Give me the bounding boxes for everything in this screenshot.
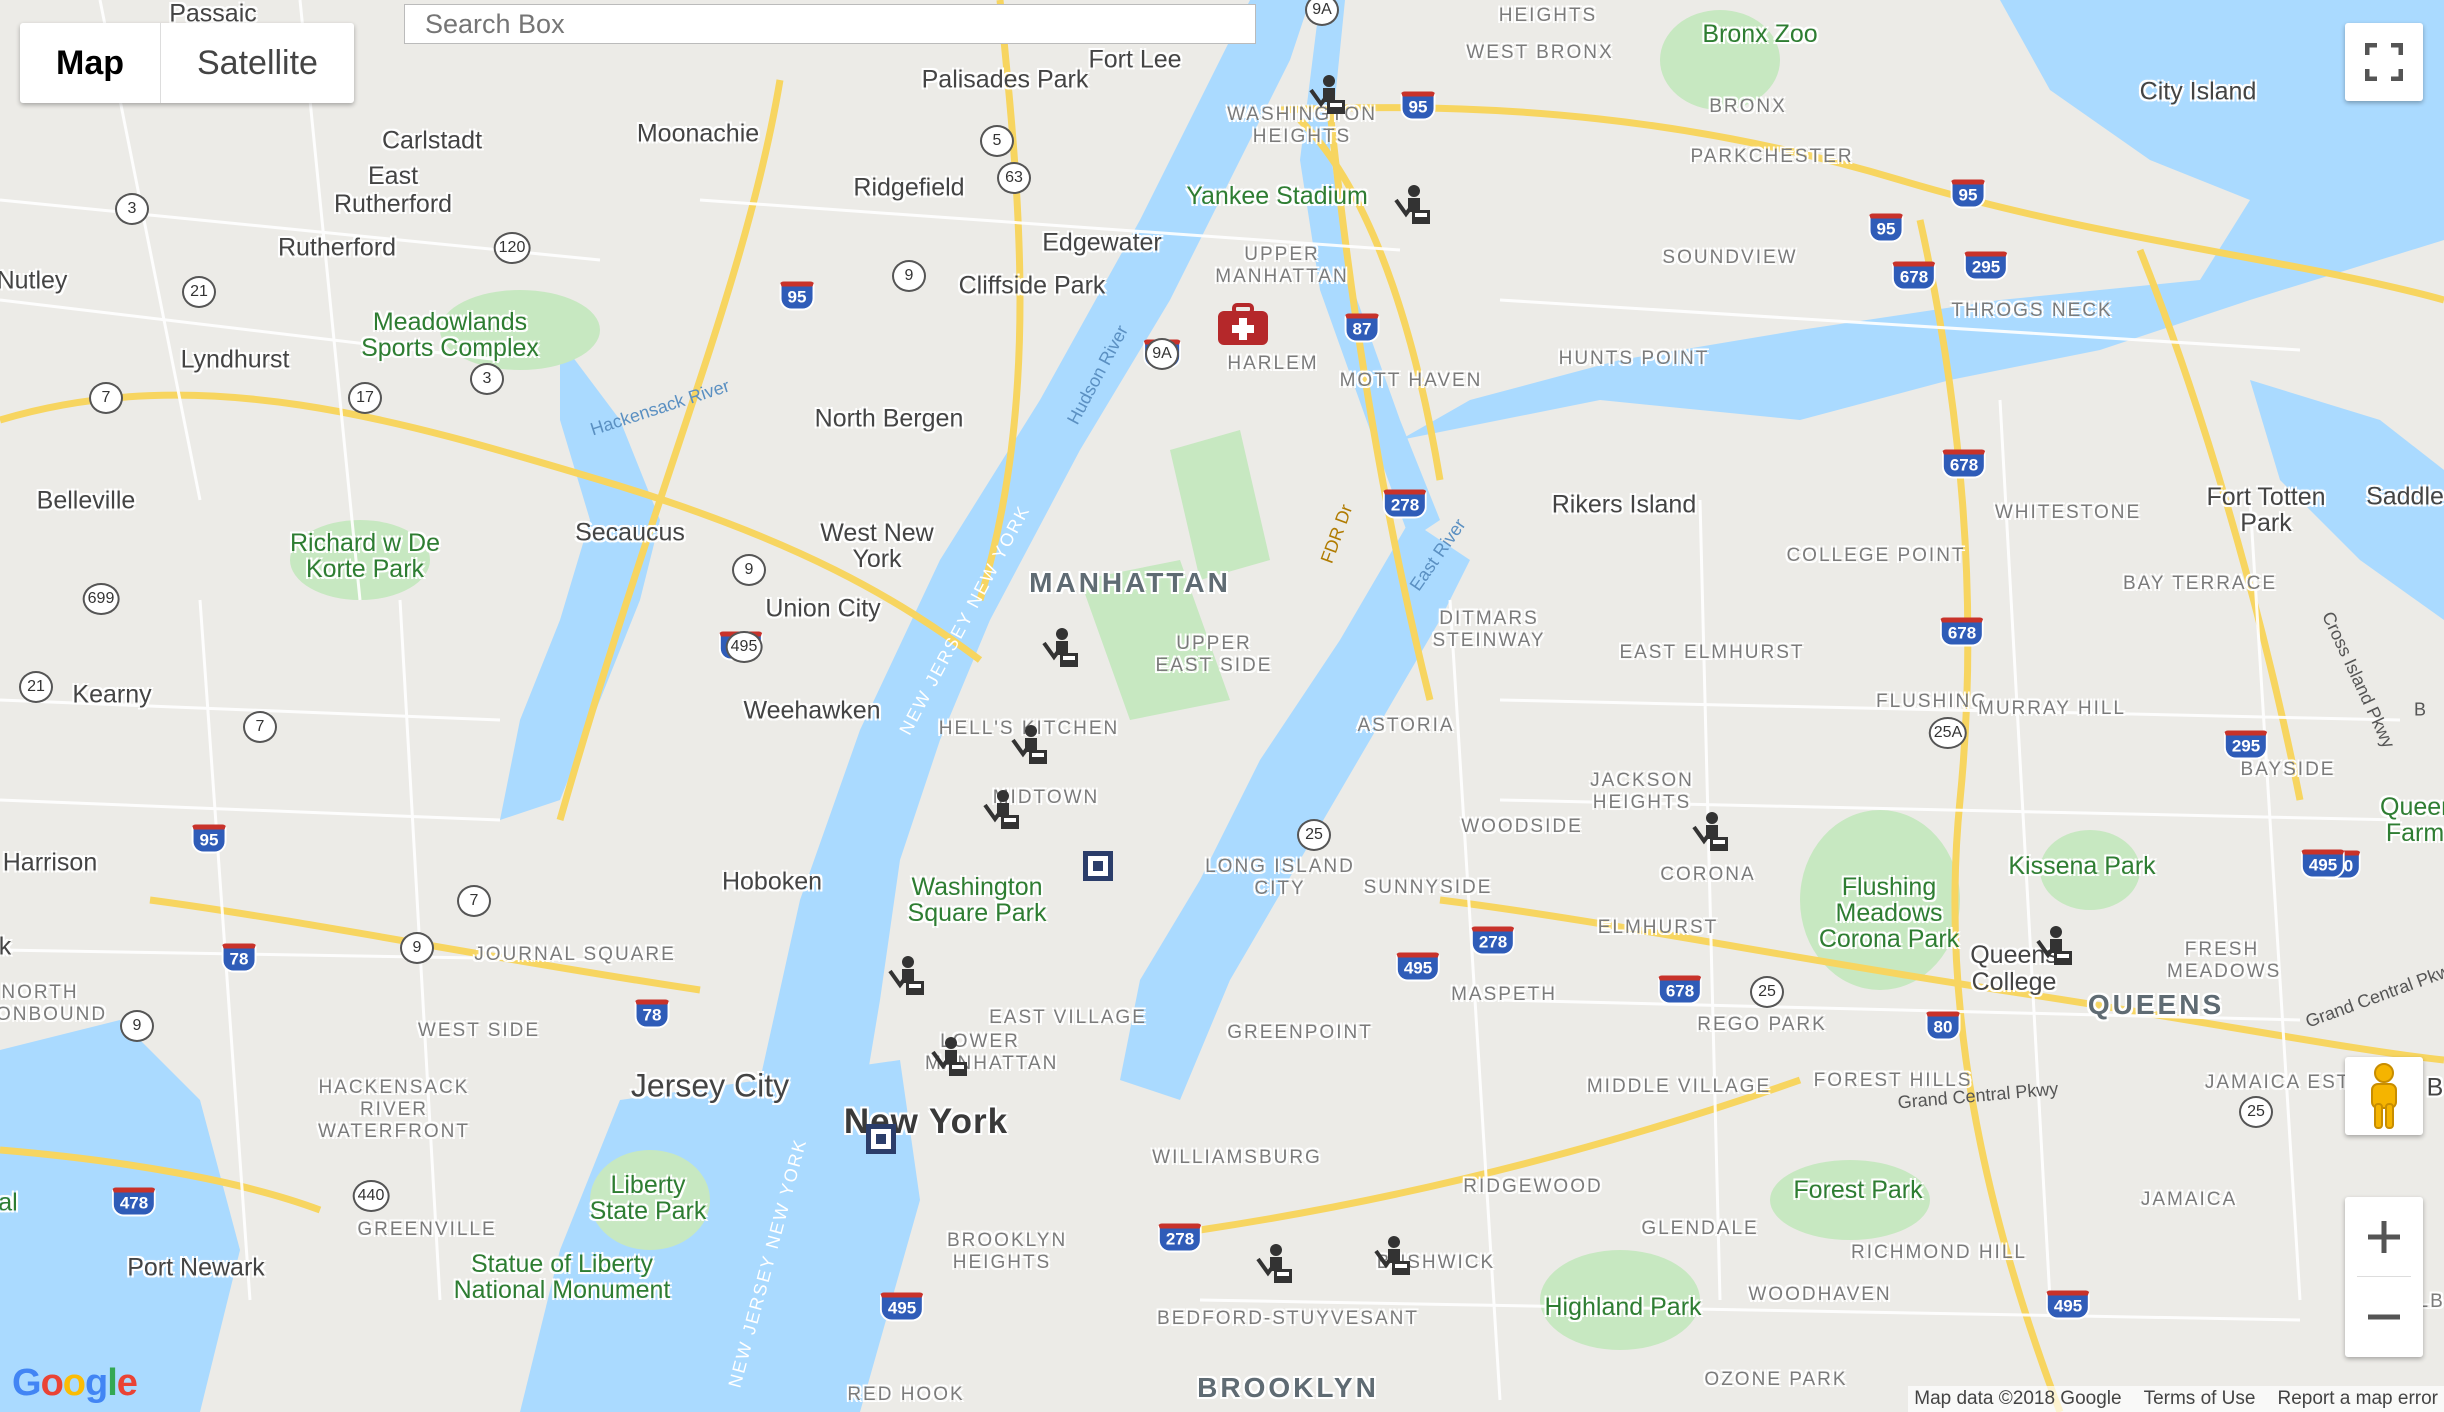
plus-icon (2368, 1220, 2400, 1253)
interstate-shield: 495 (2300, 849, 2346, 879)
interstate-shield: 495 (879, 1292, 925, 1322)
route-marker: 25 (1297, 819, 1331, 851)
interstate-shield: 80 (1925, 1011, 1961, 1041)
dispatcher-icon[interactable] (888, 955, 926, 997)
route-marker: 25 (1750, 976, 1784, 1008)
forest-park-area (1770, 1160, 1930, 1240)
meadowlands-park (440, 290, 600, 370)
dispatcher-icon[interactable] (2036, 925, 2074, 967)
interstate-shield: 678 (1657, 975, 1703, 1005)
route-marker: 9 (732, 554, 766, 586)
attribution-text: Map data ©2018 Google (1914, 1388, 2122, 1409)
interstate-shield: 495 (2045, 1290, 2091, 1320)
interstate-shield: 295 (1963, 251, 2009, 281)
zoom-control (2345, 1197, 2423, 1357)
interstate-shield: 478 (111, 1187, 157, 1217)
station-marker-midtown[interactable] (1083, 851, 1113, 881)
interstate-shield: 278 (1157, 1223, 1203, 1253)
route-marker: 17 (348, 382, 382, 414)
terms-link[interactable]: Terms of Use (2144, 1388, 2256, 1410)
dispatcher-icon[interactable] (1394, 184, 1432, 226)
dispatcher-icon[interactable] (1309, 74, 1347, 116)
interstate-shield: 78 (634, 999, 670, 1029)
street-view-button[interactable] (2345, 1057, 2423, 1135)
route-marker: 3 (115, 193, 149, 225)
highland-park-area (1540, 1250, 1700, 1350)
minus-icon (2368, 1314, 2400, 1319)
bronx-zoo-area (1660, 10, 1780, 110)
liberty-park-area (590, 1150, 710, 1250)
route-marker: 25 (2239, 1096, 2273, 1128)
route-marker: 7 (243, 711, 277, 743)
route-marker: 699 (82, 583, 120, 615)
interstate-shield: 278 (1470, 926, 1516, 956)
route-marker: 63 (997, 162, 1031, 194)
interstate-shield: 95 (191, 824, 227, 854)
map-type-satellite-button[interactable]: Satellite (161, 23, 354, 103)
interstate-shield: 87 (1344, 313, 1380, 343)
zoom-out-button[interactable] (2345, 1277, 2423, 1356)
fullscreen-button[interactable] (2345, 23, 2423, 101)
interstate-shield: 95 (1400, 91, 1436, 121)
route-marker: 5 (980, 125, 1014, 157)
dispatcher-icon[interactable] (1374, 1235, 1412, 1277)
route-marker: 21 (19, 671, 53, 703)
map-type-map-button[interactable]: Map (20, 23, 161, 103)
interstate-shield: 95 (779, 281, 815, 311)
zoom-in-button[interactable] (2345, 1197, 2423, 1276)
route-marker: 120 (493, 232, 531, 264)
route-marker: 9A (1145, 338, 1179, 370)
route-marker: 7 (457, 885, 491, 917)
dispatcher-icon[interactable] (1042, 627, 1080, 669)
interstate-shield: 678 (1941, 449, 1987, 479)
interstate-shield: 95 (1950, 179, 1986, 209)
report-error-link[interactable]: Report a map error (2277, 1388, 2438, 1410)
route-marker: 495 (725, 631, 763, 663)
dispatcher-icon[interactable] (1011, 724, 1049, 766)
route-marker: 440 (352, 1180, 390, 1212)
interstate-shield: 495 (1395, 952, 1441, 982)
route-marker: 9 (892, 260, 926, 292)
map-canvas[interactable]: Passaic Palisades Park Fort Lee HEIGHTS … (0, 0, 2444, 1412)
kissena-park-area (2040, 830, 2140, 910)
interstate-shield: 95 (1868, 213, 1904, 243)
dispatcher-icon[interactable] (1256, 1243, 1294, 1285)
map-type-control: Map Satellite (20, 23, 354, 103)
google-logo[interactable]: Google (12, 1362, 138, 1405)
route-marker: 21 (182, 276, 216, 308)
route-marker: 7 (89, 382, 123, 414)
fullscreen-icon (2365, 43, 2403, 81)
hospital-icon[interactable] (1216, 303, 1270, 347)
route-marker: 9 (120, 1010, 154, 1042)
interstate-shield: 295 (2223, 730, 2269, 760)
interstate-shield: 678 (1939, 617, 1985, 647)
search-input[interactable] (404, 4, 1256, 44)
interstate-shield: 278 (1382, 489, 1428, 519)
route-marker: 9 (400, 932, 434, 964)
interstate-shield: 678 (1891, 261, 1937, 291)
dispatcher-icon[interactable] (1692, 811, 1730, 853)
dispatcher-icon[interactable] (931, 1036, 969, 1078)
route-marker: 3 (470, 363, 504, 395)
pegman-icon (2371, 1063, 2397, 1129)
station-marker-lower[interactable] (866, 1124, 896, 1154)
dispatcher-icon[interactable] (983, 789, 1021, 831)
interstate-shield: 78 (221, 943, 257, 973)
map-footer: Map data ©2018 Google Terms of Use Repor… (1908, 1386, 2444, 1412)
